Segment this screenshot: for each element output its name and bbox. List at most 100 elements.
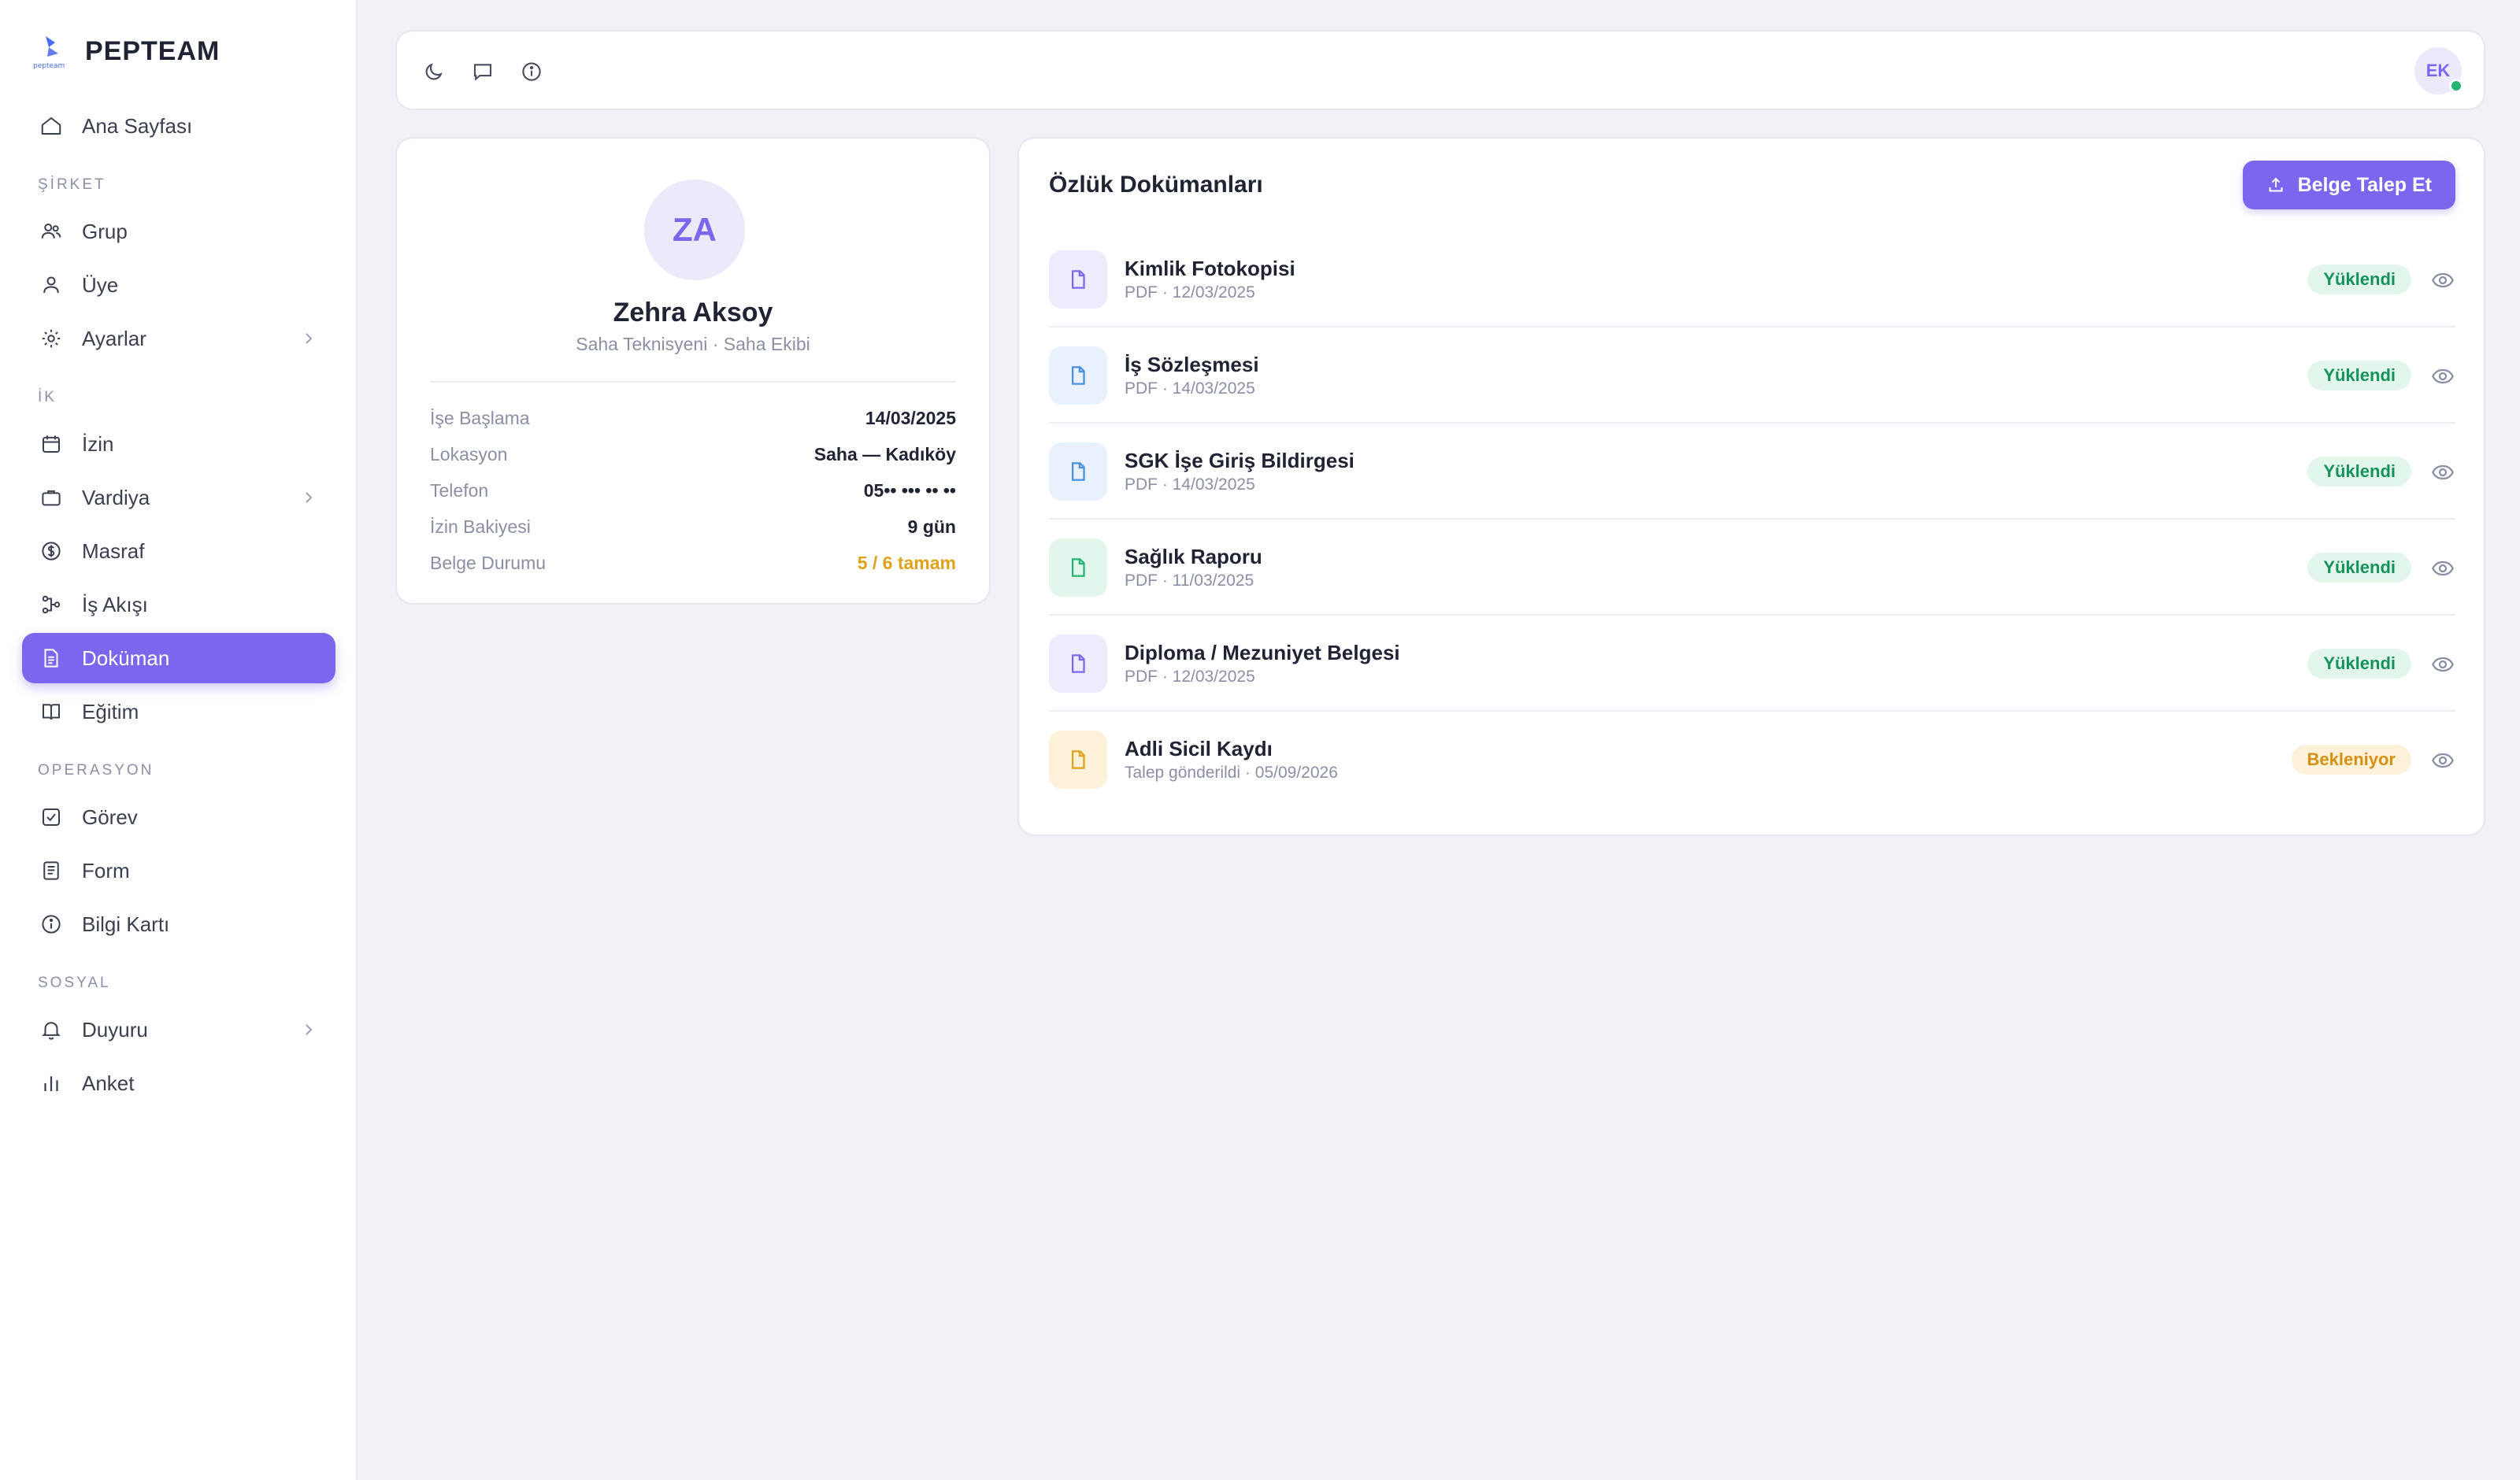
document-meta: PDF · 12/03/2025 [1125, 283, 1255, 302]
online-status-dot [2449, 79, 2463, 93]
file-icon-box [1049, 731, 1107, 789]
document-row[interactable]: Kimlik Fotokopisi PDF · 12/03/2025 Yükle… [1049, 231, 2455, 327]
sidebar-item-label: Üye [82, 272, 119, 297]
sidebar-item-label: Ayarlar [82, 326, 146, 350]
divider [430, 381, 956, 383]
document-row[interactable]: Adli Sicil Kaydı Talep gönderildi · 05/0… [1049, 712, 2455, 808]
document-name: Sağlık Raporu [1125, 545, 1262, 568]
sidebar-item-label: İzin [82, 431, 114, 456]
sidebar-item-shift[interactable]: Vardiya [22, 472, 335, 523]
gear-icon [42, 329, 61, 348]
sidebar-item-task[interactable]: Görev [22, 792, 335, 842]
document-row[interactable]: Sağlık Raporu PDF · 11/03/2025 Yüklendi [1049, 520, 2455, 616]
documents-title: Özlük Dokümanları [1049, 172, 1263, 198]
info-value: 14/03/2025 [865, 407, 956, 428]
workflow-icon [42, 595, 61, 614]
bar-chart-icon [44, 1076, 58, 1091]
eye-icon[interactable] [2430, 556, 2455, 581]
upload-icon [2269, 177, 2283, 192]
document-list: Kimlik Fotokopisi PDF · 12/03/2025 Yükle… [1049, 231, 2455, 808]
documents-card: Özlük Dokümanları Belge Talep Et Kimlik … [1017, 137, 2485, 836]
document-name: Kimlik Fotokopisi [1125, 257, 1295, 280]
document-meta: PDF · 11/03/2025 [1125, 572, 1254, 590]
dollar-circle-icon [42, 542, 61, 561]
sidebar-item-info-card[interactable]: Bilgi Kartı [22, 899, 335, 949]
user-initials: EK [2426, 61, 2451, 80]
sidebar-item-document[interactable]: Doküman [22, 633, 335, 683]
book-icon [43, 704, 60, 720]
message-icon[interactable] [471, 60, 495, 83]
info-value: 9 gün [907, 516, 956, 537]
document-row[interactable]: Diploma / Mezuniyet Belgesi PDF · 12/03/… [1049, 616, 2455, 712]
status-badge: Yüklendi [2307, 553, 2411, 583]
info-circle-icon [42, 915, 61, 934]
status-badge: Bekleniyor [2291, 745, 2411, 775]
document-icon [44, 649, 58, 668]
sidebar-item-training[interactable]: Eğitim [22, 686, 335, 737]
document-row[interactable]: SGK İşe Giriş Bildirgesi PDF · 14/03/202… [1049, 424, 2455, 520]
document-name: İş Sözleşmesi [1125, 353, 1259, 376]
sidebar-item-member[interactable]: Üye [22, 260, 335, 310]
sidebar-item-label: Masraf [82, 538, 145, 563]
eye-icon[interactable] [2430, 268, 2455, 293]
sidebar-item-label: Grup [82, 219, 128, 243]
sidebar-item-label: Anket [82, 1071, 135, 1095]
status-badge: Yüklendi [2307, 649, 2411, 679]
sidebar-item-form[interactable]: Form [22, 845, 335, 896]
profile-role: Saha Teknisyeni · Saha Ekibi [576, 334, 810, 354]
brand-logo: pepteam [32, 31, 71, 71]
info-label: Lokasyon [430, 443, 508, 464]
brand-logo-text: pepteam [33, 62, 65, 70]
info-row-location: Lokasyon Saha — Kadıköy [430, 436, 956, 472]
sidebar-item-label: Vardiya [82, 485, 150, 509]
user-icon [43, 276, 59, 294]
chevron-right-icon [306, 333, 313, 344]
sidebar-item-label: Eğitim [82, 699, 139, 723]
sidebar-item-label: Form [82, 858, 130, 882]
sidebar-item-settings[interactable]: Ayarlar [22, 313, 335, 364]
home-icon [41, 117, 61, 135]
sidebar-item-leave[interactable]: İzin [22, 419, 335, 469]
info-label: Telefon [430, 479, 489, 501]
info-label: İzin Bakiyesi [430, 516, 531, 537]
file-icon [1072, 654, 1085, 673]
section-operations: OPERASYON [38, 762, 154, 779]
document-row[interactable]: İş Sözleşmesi PDF · 14/03/2025 Yüklendi [1049, 327, 2455, 424]
request-document-button[interactable]: Belge Talep Et [2242, 161, 2455, 209]
document-name: Adli Sicil Kaydı [1125, 737, 1273, 760]
brand[interactable]: pepteam PEPTEAM [32, 31, 220, 71]
eye-icon[interactable] [2430, 652, 2455, 677]
section-company: ŞİRKET [38, 176, 106, 193]
sidebar-item-announcement[interactable]: Duyuru [22, 1005, 335, 1055]
file-icon-box [1049, 346, 1107, 405]
info-value: Saha — Kadıköy [813, 443, 956, 464]
document-name: SGK İşe Giriş Bildirgesi [1125, 449, 1354, 472]
profile-avatar: ZA [644, 179, 745, 280]
sidebar-item-workflow[interactable]: İş Akışı [22, 579, 335, 630]
sidebar-item-home[interactable]: Ana Sayfası [22, 101, 335, 151]
status-badge: Yüklendi [2307, 457, 2411, 487]
file-icon-box [1049, 442, 1107, 501]
user-avatar[interactable]: EK [2414, 47, 2463, 94]
sidebar-item-label: Bilgi Kartı [82, 912, 170, 936]
document-meta: Talep gönderildi · 05/09/2026 [1125, 764, 1338, 782]
eye-icon[interactable] [2430, 364, 2455, 389]
sidebar-nav: Ana Sayfası ŞİRKET Grup Üye Ayarlar İK İ… [22, 101, 335, 1112]
moon-icon[interactable] [422, 60, 446, 83]
file-icon [1072, 270, 1085, 289]
sidebar-item-expense[interactable]: Masraf [22, 526, 335, 576]
file-icon-box [1049, 250, 1107, 309]
sidebar-item-survey[interactable]: Anket [22, 1058, 335, 1108]
profile-card: ZA Zehra Aksoy Saha Teknisyeni · Saha Ek… [395, 137, 991, 605]
file-icon-box [1049, 635, 1107, 693]
sidebar-item-label: Ana Sayfası [82, 113, 193, 138]
briefcase-icon [42, 490, 61, 506]
eye-icon[interactable] [2430, 460, 2455, 485]
status-badge: Yüklendi [2307, 265, 2411, 294]
sidebar-item-group[interactable]: Grup [22, 206, 335, 257]
info-row-start-date: İşe Başlama 14/03/2025 [430, 400, 956, 436]
info-icon[interactable] [520, 60, 543, 83]
checkbox-icon [43, 808, 60, 826]
sidebar-item-label: Doküman [82, 646, 170, 670]
eye-icon[interactable] [2430, 748, 2455, 773]
